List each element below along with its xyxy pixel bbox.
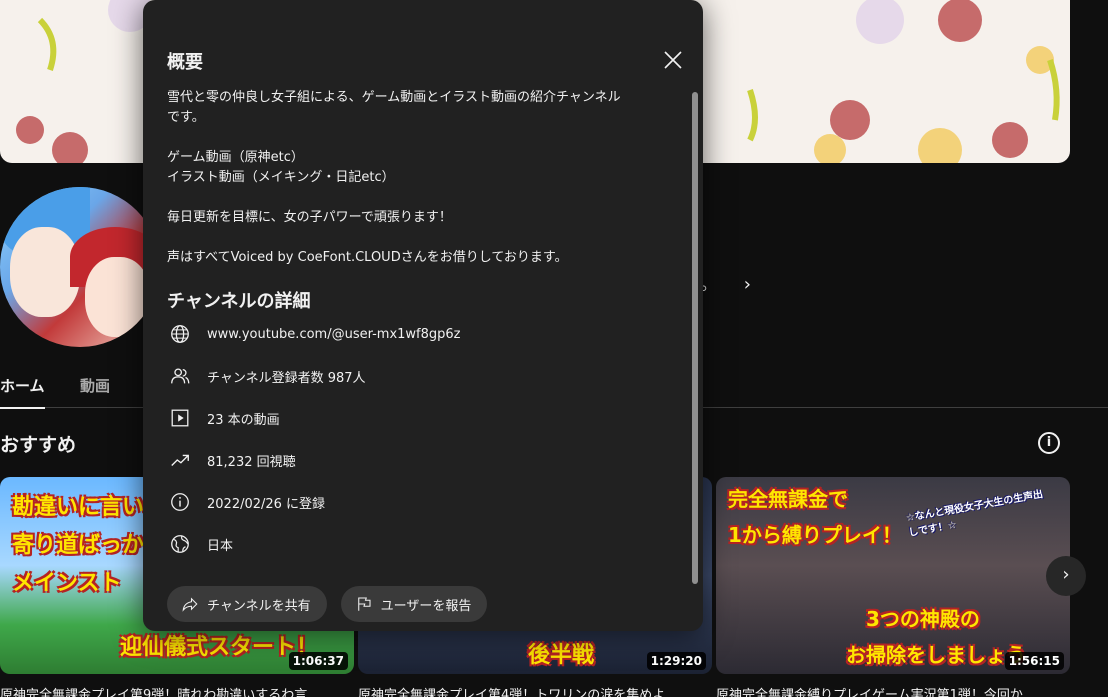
people-icon — [169, 365, 191, 387]
country-name: 日本 — [207, 538, 234, 554]
detail-videos: 23 本の動画 — [167, 397, 667, 439]
world-icon — [169, 533, 191, 555]
thumbnail-text: 3つの神殿の — [866, 607, 980, 631]
dialog-body: 雪代と零の仲良し女子組による、ゲーム動画とイラスト動画の紹介チャンネル です。 … — [167, 88, 667, 565]
thumbnail-text: 後半戦 — [528, 643, 595, 668]
close-icon — [664, 51, 682, 69]
thumbnail-text: 勘違いに言い — [12, 495, 145, 520]
description-line: 雪代と零の仲良し女子組による、ゲーム動画とイラスト動画の紹介チャンネル — [167, 90, 621, 105]
description-line: イラスト動画（メイキング・日記etc） — [167, 170, 395, 185]
detail-url: www.youtube.com/@user-mx1wf8gp6z — [167, 313, 667, 355]
description-line: です。 — [167, 110, 205, 125]
view-count: 81,232 回視聴 — [207, 454, 296, 470]
description-line: 声はすべてVoiced by CoeFont.CLOUDさんをお借りしております… — [167, 250, 568, 265]
detail-joined: 2022/02/26 に登録 — [167, 481, 667, 523]
detail-views: 81,232 回視聴 — [167, 439, 667, 481]
description-line: ゲーム動画（原神etc） — [167, 150, 304, 165]
trending-icon — [169, 449, 191, 471]
thumbnail-text: 完全無課金で — [728, 487, 848, 511]
thumbnail-text: 寄り道ばっか — [12, 533, 145, 558]
thumbnail-text: ☆なんと現役女子大生の生声出しです！☆ — [905, 489, 1044, 539]
dialog-title: 概要 — [167, 52, 203, 73]
section-title: おすすめ — [0, 434, 77, 456]
video-duration: 1:06:37 — [288, 652, 348, 670]
video-duration: 1:56:15 — [1004, 652, 1064, 670]
play-icon — [169, 407, 191, 429]
share-channel-button[interactable]: チャンネルを共有 — [167, 586, 327, 622]
subscriber-count: チャンネル登録者数 987人 — [207, 370, 366, 386]
globe-icon — [169, 323, 191, 345]
channel-description: 雪代と零の仲良し女子組による、ゲーム動画とイラスト動画の紹介チャンネル です。 … — [167, 88, 667, 268]
video-title[interactable]: 原神完全無課金プレイ第4弾！トワリンの涙を集めよ — [358, 684, 708, 697]
detail-country: 日本 — [167, 523, 667, 565]
info-icon[interactable]: i — [1038, 432, 1060, 454]
carousel-next-button[interactable]: › — [1046, 556, 1086, 596]
chevron-right-icon: › — [743, 274, 751, 295]
video-count: 23 本の動画 — [207, 412, 280, 428]
close-button[interactable] — [661, 48, 685, 72]
dialog-actions: チャンネルを共有 ユーザーを報告 — [167, 586, 488, 622]
video-duration: 1:29:20 — [646, 652, 706, 670]
details-title: チャンネルの詳細 — [167, 291, 311, 312]
video-thumbnail[interactable]: 完全無課金で 1から縛りプレイ！ ☆なんと現役女子大生の生声出しです！☆ 3つの… — [716, 477, 1070, 674]
joined-date: 2022/02/26 に登録 — [207, 496, 326, 512]
thumbnail-text: お掃除をしましょう — [846, 643, 1026, 667]
info-icon — [169, 491, 191, 513]
about-dialog: 概要 雪代と零の仲良し女子組による、ゲーム動画とイラスト動画の紹介チャンネル で… — [143, 0, 703, 631]
tab-home[interactable]: ホーム — [0, 375, 45, 409]
channel-avatar[interactable] — [0, 187, 160, 347]
chevron-right-icon: › — [1062, 564, 1070, 585]
description-line: 毎日更新を目標に、女の子パワーで頑張ります！ — [167, 210, 452, 225]
channel-more-link[interactable]: 。 › — [700, 270, 751, 296]
share-label: チャンネルを共有 — [207, 598, 311, 614]
report-user-button[interactable]: ユーザーを報告 — [340, 586, 488, 622]
flag-icon — [357, 597, 371, 611]
detail-subscribers: チャンネル登録者数 987人 — [167, 355, 667, 397]
thumbnail-text: 1から縛りプレイ！ — [728, 523, 902, 547]
thumbnail-text: メインスト — [12, 571, 122, 596]
video-title[interactable]: 原神完全無課金プレイ第9弾！晴れわ勘違いするわ言 — [0, 684, 350, 697]
share-icon — [182, 597, 198, 612]
report-label: ユーザーを報告 — [380, 598, 472, 614]
tab-videos[interactable]: 動画 — [80, 375, 110, 396]
channel-url-link[interactable]: www.youtube.com/@user-mx1wf8gp6z — [207, 327, 461, 342]
dialog-scrollbar[interactable] — [692, 92, 698, 584]
video-title[interactable]: 原神完全無課金縛りプレイゲーム実況第1弾！今回か — [716, 684, 1066, 697]
